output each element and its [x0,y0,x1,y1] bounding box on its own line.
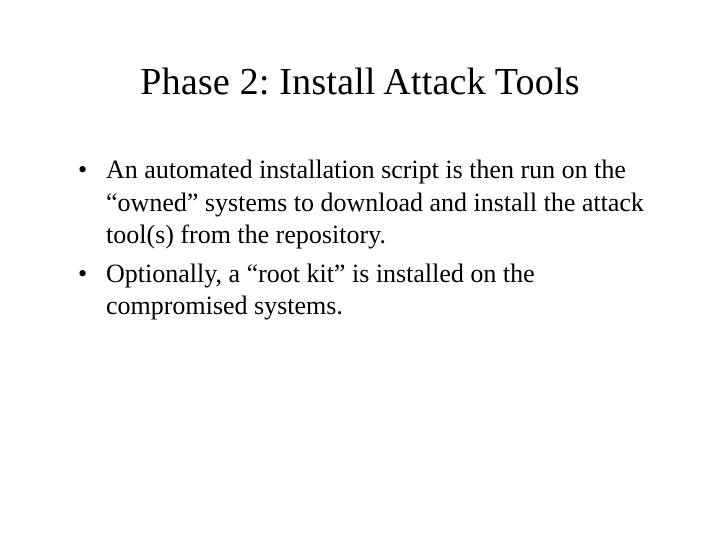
slide: Phase 2: Install Attack Tools An automat… [0,0,720,540]
list-item: Optionally, a “root kit” is installed on… [70,258,650,323]
bullet-list: An automated installation script is then… [70,154,650,323]
slide-title: Phase 2: Install Attack Tools [70,60,650,104]
list-item: An automated installation script is then… [70,154,650,252]
